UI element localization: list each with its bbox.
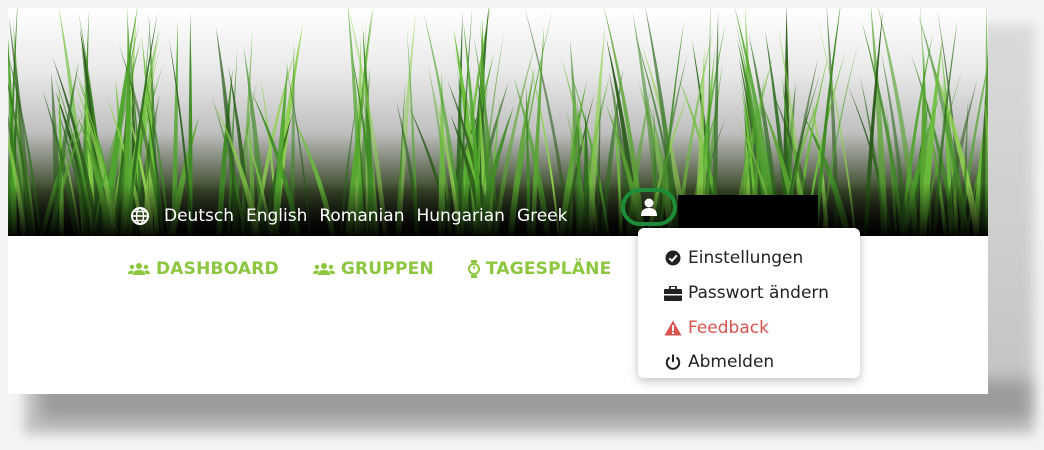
main-nav: DASHBOARD GRUPPEN TAGESPLÄNE — [128, 254, 695, 284]
app-window: Deutsch English Romanian Hungarian Greek — [8, 8, 988, 394]
lang-romanian[interactable]: Romanian — [319, 206, 404, 226]
warning-icon — [664, 320, 682, 336]
nav-gruppen-label: GRUPPEN — [340, 259, 434, 279]
stopwatch-icon — [467, 260, 480, 278]
menu-einstellungen-label: Einstellungen — [688, 248, 804, 268]
menu-passwort-aendern[interactable]: Passwort ändern — [664, 278, 829, 308]
globe-icon — [131, 207, 149, 225]
lang-english[interactable]: English — [246, 206, 307, 226]
user-icon — [641, 198, 657, 216]
check-circle-icon — [664, 250, 682, 266]
lang-greek[interactable]: Greek — [517, 206, 568, 226]
nav-gruppen[interactable]: GRUPPEN — [312, 259, 434, 279]
briefcase-icon — [664, 285, 682, 301]
menu-passwort-label: Passwort ändern — [688, 283, 829, 303]
nav-dashboard[interactable]: DASHBOARD — [128, 259, 279, 279]
users-icon — [128, 262, 150, 276]
menu-abmelden[interactable]: Abmelden — [664, 347, 774, 377]
menu-feedback[interactable]: Feedback — [664, 313, 769, 343]
nav-tagesplaene-label: TAGESPLÄNE — [485, 259, 612, 279]
lang-deutsch[interactable]: Deutsch — [164, 206, 234, 226]
user-menu-button[interactable] — [621, 188, 677, 226]
menu-einstellungen[interactable]: Einstellungen — [664, 243, 803, 273]
menu-abmelden-label: Abmelden — [688, 352, 775, 372]
nav-tagesplaene[interactable]: TAGESPLÄNE — [467, 259, 612, 279]
users-icon — [312, 262, 335, 276]
lang-hungarian[interactable]: Hungarian — [416, 206, 504, 226]
nav-dashboard-label: DASHBOARD — [156, 259, 279, 279]
power-icon — [664, 354, 682, 370]
user-dropdown-menu: Einstellungen Passwort ändern Feedback A… — [638, 228, 860, 378]
menu-feedback-label: Feedback — [688, 318, 769, 338]
